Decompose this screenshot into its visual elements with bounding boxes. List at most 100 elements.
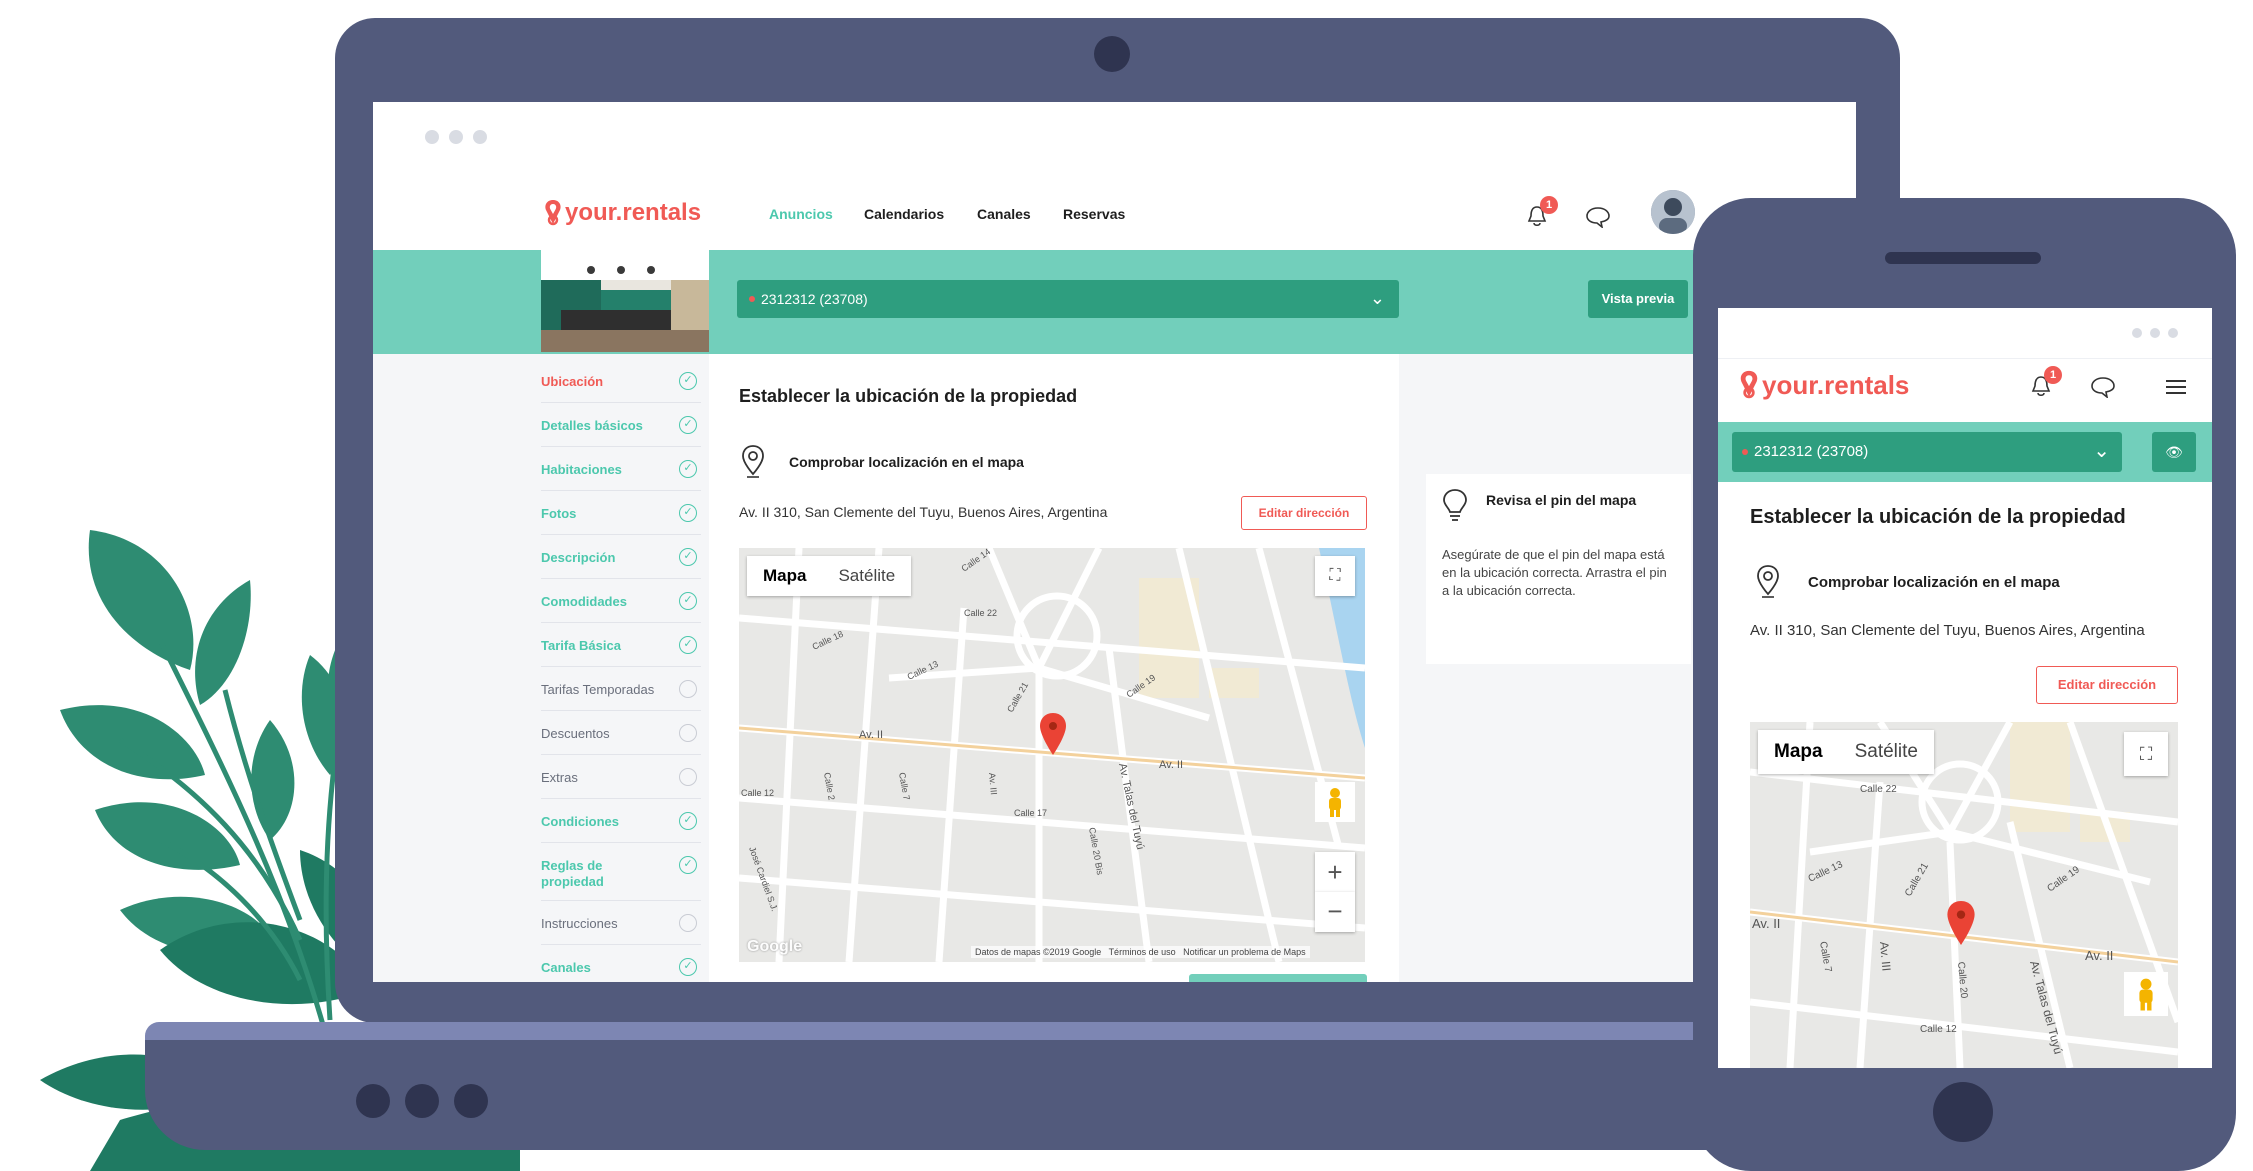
satellite-tab[interactable]: Satélite — [822, 556, 911, 596]
check-circle-icon — [679, 680, 697, 698]
zoom-in-button[interactable]: + — [1315, 852, 1355, 892]
sidebar-item[interactable]: Descripción ✓ — [541, 536, 701, 579]
property-select[interactable]: 2312312 (23708) ⌄ — [737, 280, 1399, 318]
edit-address-button[interactable]: Editar dirección — [2036, 666, 2178, 704]
sidebar-item-label: Reglas de propiedad — [541, 858, 604, 889]
sidebar-item-label: Tarifa Básica — [541, 638, 621, 653]
sidebar-item-label: Descripción — [541, 550, 616, 565]
map-tab[interactable]: Mapa — [747, 556, 822, 596]
pegman-icon[interactable] — [2124, 972, 2168, 1016]
map-marker-icon[interactable] — [1946, 900, 1976, 946]
map-marker-icon[interactable] — [1039, 712, 1067, 756]
sidebar-item[interactable]: Extras — [541, 756, 701, 799]
nav-reservas[interactable]: Reservas — [1063, 206, 1125, 222]
fullscreen-icon[interactable]: ⛶ — [2124, 732, 2168, 776]
browser-bar — [373, 102, 1856, 177]
sidebar-item[interactable]: Habitaciones ✓ — [541, 448, 701, 491]
location-pin-icon — [742, 445, 764, 478]
nav-calendarios[interactable]: Calendarios — [864, 206, 944, 222]
phone-speaker — [1885, 252, 2041, 264]
sidebar-item[interactable]: Tarifa Básica ✓ — [541, 624, 701, 667]
zoom-out-button[interactable]: − — [1315, 892, 1355, 932]
satellite-tab[interactable]: Satélite — [1839, 730, 1934, 774]
chat-icon[interactable] — [2090, 376, 2116, 398]
status-dot — [1742, 449, 1748, 455]
save-button-edge[interactable] — [1189, 974, 1367, 982]
phone-home-button[interactable] — [1933, 1082, 1993, 1142]
check-circle-icon: ✓ — [679, 372, 697, 390]
nav-anuncios[interactable]: Anuncios — [769, 206, 833, 222]
street-label: Av. III — [1877, 941, 1894, 972]
fullscreen-icon[interactable]: ⛶ — [1315, 556, 1355, 596]
property-select-value: 2312312 (23708) — [1754, 443, 1869, 460]
sidebar-item-label: Condiciones — [541, 814, 620, 829]
sidebar-item[interactable]: Canales ✓ — [541, 946, 701, 982]
sidebar-item-label: Tarifas Temporadas — [541, 682, 655, 697]
map-attribution: Datos de mapas ©2019 Google Términos de … — [971, 946, 1310, 958]
street-label: Av. II — [2085, 948, 2113, 963]
page-title: Establecer la ubicación de la propiedad — [1750, 506, 2126, 528]
check-circle-icon — [679, 914, 697, 932]
notification-badge: 1 — [1540, 196, 1558, 214]
browser-dot — [449, 130, 463, 144]
menu-icon[interactable] — [2164, 378, 2188, 396]
sidebar-item[interactable]: Descuentos — [541, 712, 701, 755]
map[interactable]: Calle 14 Calle 22 Calle 18 Calle 13 Call… — [739, 548, 1365, 962]
browser-dot — [425, 130, 439, 144]
phone-map[interactable]: Calle 22 Calle 13 Calle 21 Calle 19 Av. … — [1750, 722, 2178, 1068]
street-label: Calle 22 — [964, 608, 997, 618]
sidebar-item[interactable]: Tarifas Temporadas — [541, 668, 701, 711]
map-type-control: Mapa Satélite — [747, 556, 912, 596]
phone-property-select[interactable]: 2312312 (23708) ⌄ — [1732, 432, 2122, 472]
sidebar-item[interactable]: Ubicación ✓ — [541, 360, 701, 403]
street-label: Calle 17 — [1014, 808, 1047, 818]
laptop-dot — [405, 1084, 439, 1118]
property-thumbnail — [541, 250, 709, 352]
sidebar-item[interactable]: Detalles básicos ✓ — [541, 404, 701, 447]
map-data-credit: Datos de mapas ©2019 Google — [975, 947, 1102, 957]
address-text: Av. II 310, San Clemente del Tuyu, Bueno… — [1750, 622, 2145, 639]
street-label: Calle 22 — [1860, 784, 1897, 795]
map-terms-link[interactable]: Términos de uso — [1109, 947, 1176, 957]
check-circle-icon: ✓ — [679, 460, 697, 478]
address-text: Av. II 310, San Clemente del Tuyu, Bueno… — [739, 504, 1108, 520]
eye-icon[interactable]: 👁 — [2152, 432, 2196, 472]
chat-icon[interactable] — [1585, 206, 1611, 228]
browser-dot — [2150, 328, 2160, 338]
google-logo: Google — [747, 938, 803, 955]
phone-logo[interactable]: your.rentals — [1736, 368, 1909, 402]
check-circle-icon — [679, 768, 697, 786]
laptop-screen: your.rentals Anuncios Calendarios Canale… — [373, 102, 1856, 982]
sidebar-item[interactable]: Instrucciones — [541, 902, 701, 945]
lightbulb-icon — [1443, 489, 1467, 521]
map-report-link[interactable]: Notificar un problema de Maps — [1183, 947, 1306, 957]
check-location-label: Comprobar localización en el mapa — [789, 454, 1024, 470]
sidebar-item[interactable]: Comodidades ✓ — [541, 580, 701, 623]
sidebar-item[interactable]: Condiciones ✓ — [541, 800, 701, 843]
street-label: Av. II — [1159, 759, 1183, 771]
avatar[interactable] — [1651, 190, 1695, 234]
sidebar-item-label: Instrucciones — [541, 916, 618, 931]
nav-canales[interactable]: Canales — [977, 206, 1031, 222]
sidebar-item[interactable]: Reglas de propiedad ✓ — [541, 844, 701, 901]
check-circle-icon: ✓ — [679, 504, 697, 522]
pegman-icon[interactable] — [1315, 782, 1355, 822]
phone-browser-bar — [1718, 308, 2212, 359]
street-label: Av. II — [859, 729, 883, 741]
sidebar-item[interactable]: Fotos ✓ — [541, 492, 701, 535]
logo-text: your.rentals — [565, 199, 702, 226]
preview-button[interactable]: Vista previa — [1588, 280, 1688, 318]
sidebar-item-label: Habitaciones — [541, 462, 622, 477]
laptop-dot — [356, 1084, 390, 1118]
notification-badge: 1 — [2044, 366, 2062, 384]
property-select-value: 2312312 (23708) — [761, 291, 868, 307]
check-circle-icon: ✓ — [679, 856, 697, 874]
sidebar-item-label: Ubicación — [541, 374, 604, 389]
logo-icon — [545, 200, 561, 226]
sidebar-item-label: Fotos — [541, 506, 577, 521]
top-nav: your.rentals Anuncios Calendarios Canale… — [373, 176, 1856, 250]
edit-address-button[interactable]: Editar dirección — [1241, 496, 1367, 530]
map-tab[interactable]: Mapa — [1758, 730, 1839, 774]
street-label: Av. III — [987, 772, 999, 795]
logo[interactable]: your.rentals — [541, 198, 701, 228]
